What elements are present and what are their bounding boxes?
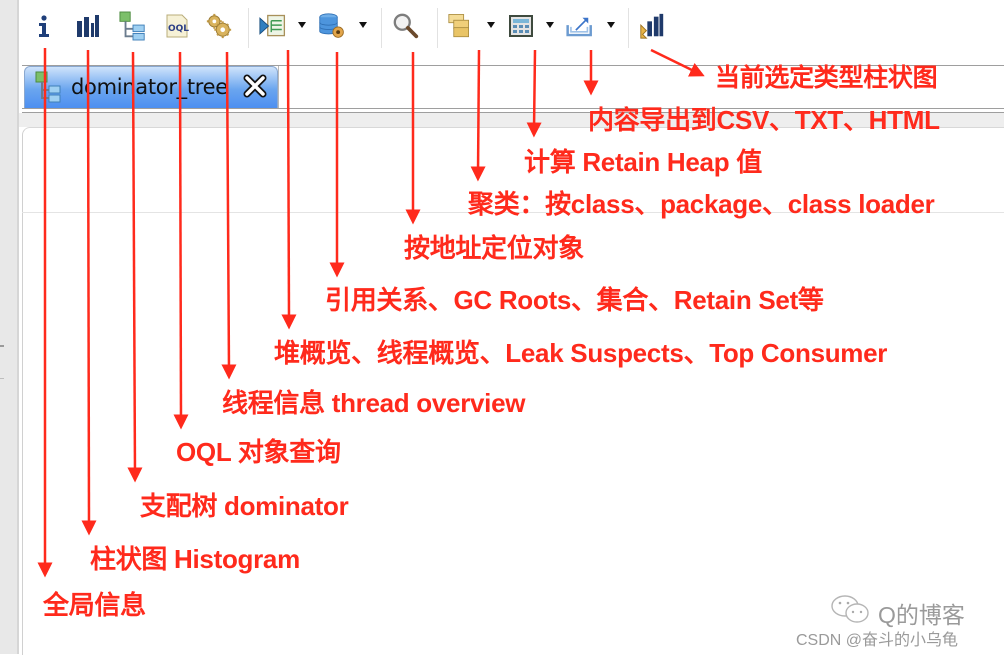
calculate-retained-dropdown-arrow[interactable]: [546, 22, 554, 28]
magnifier-icon: [393, 13, 419, 39]
oql-icon: OQL: [166, 14, 189, 38]
tab-label: dominator_tree: [71, 75, 228, 99]
annotation-histogram: 柱状图 Histogram: [90, 544, 300, 574]
annotation-calculate-retained: 计算 Retain Heap 值: [524, 147, 762, 177]
annotation-thread-overview: 线程信息 thread overview: [222, 388, 526, 418]
report-list-icon: [259, 14, 286, 37]
database-gear-icon: [319, 13, 344, 38]
calculate-retained-button[interactable]: [507, 11, 535, 41]
histogram-button[interactable]: [74, 11, 102, 41]
annotation-group-by: 聚类：按class、package、class loader: [468, 189, 935, 219]
svg-text:OQL: OQL: [168, 24, 189, 34]
export-button[interactable]: [566, 11, 594, 41]
group-by-dropdown-arrow[interactable]: [487, 22, 495, 28]
arrow-type-histogram: [650, 48, 705, 77]
toolbar-separator: [248, 8, 249, 48]
wechat-icon: [831, 595, 869, 623]
tab-dominator-tree[interactable]: dominator_tree: [24, 66, 278, 108]
group-by-button[interactable]: [448, 11, 476, 41]
oql-button[interactable]: OQL: [163, 11, 191, 41]
type-histogram-button[interactable]: [638, 11, 666, 41]
toolbar-separator: [437, 8, 438, 48]
reports-dropdown-arrow[interactable]: [298, 22, 306, 28]
left-sidebar-edge: [0, 0, 17, 654]
gears-icon: [206, 13, 232, 39]
find-object-button[interactable]: [392, 11, 420, 41]
sidebar-sash-mark: [0, 378, 4, 379]
annotation-find-object: 按地址定位对象: [404, 233, 584, 263]
type-histogram-icon: [640, 13, 664, 39]
dominator-tree-icon: [119, 11, 145, 41]
annotation-query-browser: 引用关系、GC Roots、集合、Retain Set等: [325, 285, 824, 315]
reports-button[interactable]: [259, 11, 287, 41]
export-dropdown-arrow[interactable]: [607, 22, 615, 28]
dominator-tree-icon: [35, 71, 61, 103]
sidebar-sash-mark: [0, 345, 4, 347]
annotation-overview: 全局信息: [43, 590, 146, 620]
left-sidebar-border: [17, 0, 19, 654]
group-windows-icon: [448, 14, 469, 38]
toolbar-separator: [381, 8, 382, 48]
calculator-icon: [509, 15, 533, 37]
annotation-export: 内容导出到CSV、TXT、HTML: [588, 105, 940, 135]
info-icon: [39, 15, 49, 37]
annotation-reports: 堆概览、线程概览、Leak Suspects、Top Consumer: [274, 338, 888, 368]
histogram-icon: [77, 15, 99, 37]
close-icon[interactable]: [243, 74, 267, 98]
annotation-oql: OQL 对象查询: [176, 437, 341, 467]
tab-strip-divider: [278, 66, 279, 108]
thread-overview-button[interactable]: [205, 11, 233, 41]
watermark-author: CSDN @奋斗的小乌龟: [796, 632, 959, 649]
query-browser-dropdown-arrow[interactable]: [359, 22, 367, 28]
annotation-type-histogram: 当前选定类型柱状图: [715, 64, 938, 92]
dominator-tree-button[interactable]: [119, 11, 147, 41]
watermark-title: Q的博客: [878, 602, 965, 628]
overview-button[interactable]: [30, 11, 58, 41]
export-icon: [566, 17, 592, 37]
toolbar-separator: [628, 8, 629, 48]
query-browser-button[interactable]: [318, 11, 346, 41]
annotation-dominator-tree: 支配树 dominator: [140, 491, 349, 521]
